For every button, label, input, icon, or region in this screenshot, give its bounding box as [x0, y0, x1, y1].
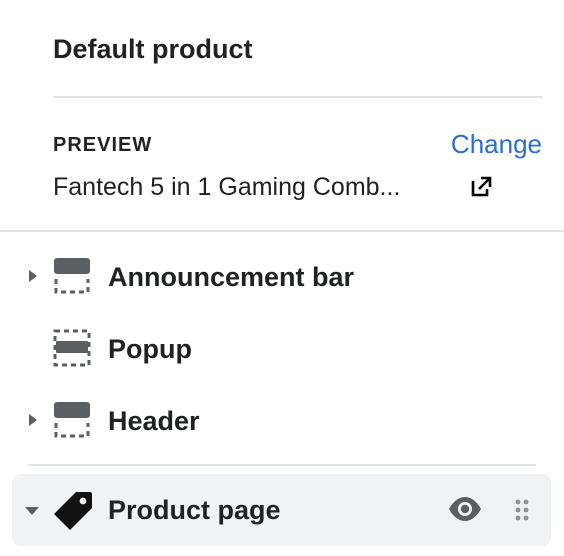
preview-label: PREVIEW	[53, 134, 153, 156]
section-label: Announcement bar	[108, 262, 355, 292]
eye-icon[interactable]	[448, 496, 482, 522]
preview-divider	[0, 230, 564, 232]
section-layout-icon	[54, 258, 90, 294]
drag-handle-icon[interactable]	[514, 498, 530, 522]
external-link-icon[interactable]	[470, 176, 492, 198]
tag-icon	[54, 492, 92, 530]
caret-right-icon[interactable]	[26, 412, 40, 428]
caret-down-icon[interactable]	[23, 504, 41, 518]
page-title: Default product	[53, 34, 253, 64]
section-row-popup[interactable]: Popup	[0, 321, 564, 377]
section-label: Popup	[108, 334, 192, 364]
section-row-announcement-bar[interactable]: Announcement bar	[0, 249, 564, 305]
popup-layout-icon	[53, 329, 91, 367]
section-layout-icon	[54, 402, 90, 438]
section-row-header[interactable]: Header	[0, 393, 564, 449]
caret-right-icon[interactable]	[26, 268, 40, 284]
title-divider	[53, 96, 543, 98]
template-divider	[28, 464, 536, 466]
section-label: Header	[108, 406, 200, 436]
change-preview-link[interactable]: Change	[451, 128, 542, 160]
preview-product-name: Fantech 5 in 1 Gaming Comb...	[53, 173, 401, 201]
template-label: Product page	[108, 495, 281, 525]
